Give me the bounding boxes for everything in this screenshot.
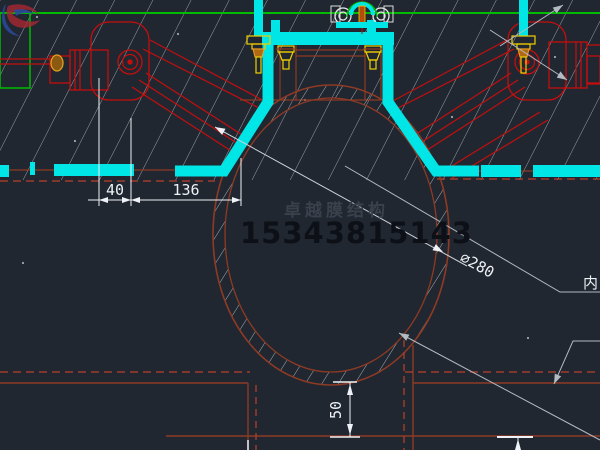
channel-top-flange	[262, 32, 394, 45]
cad-drawing-area[interactable]: 40 136 ∅280 50 内 卓越膜结构 153438151	[0, 0, 600, 450]
pin-bolt-left-icon	[51, 55, 63, 71]
dim-40-label: 40	[106, 181, 124, 199]
dim-136-label: 136	[172, 181, 199, 199]
leader-inner-label: 内	[583, 274, 598, 292]
dim-50-label: 50	[327, 401, 345, 419]
cad-canvas[interactable]: 40 136 ∅280 50 内	[0, 0, 600, 450]
